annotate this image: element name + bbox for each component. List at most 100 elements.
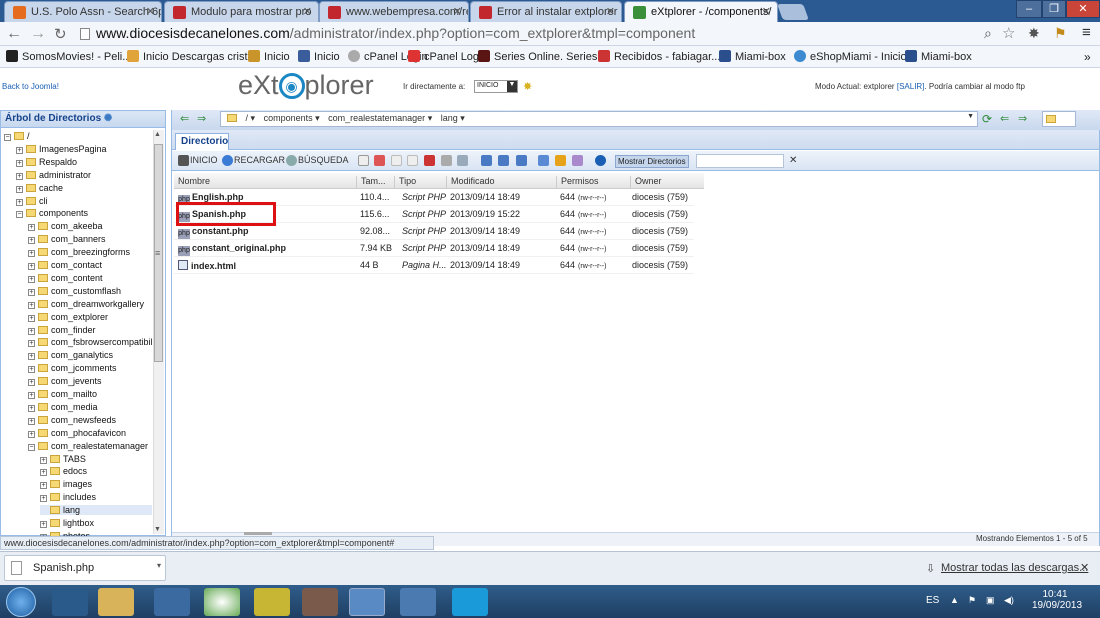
close-tab-icon[interactable]: ✕ xyxy=(146,5,155,18)
close-tab-icon[interactable]: ✕ xyxy=(303,5,312,18)
search-icon[interactable]: ⌕ xyxy=(984,25,992,42)
folder-select[interactable] xyxy=(1042,111,1076,127)
tree-node[interactable]: + com_jevents xyxy=(28,376,102,387)
mostrar-directorios-toggle[interactable]: Mostrar Directorios xyxy=(615,155,689,168)
move-icon[interactable] xyxy=(407,155,418,166)
bookmark-item[interactable]: Inicio Descargas cristo xyxy=(127,50,254,63)
tree-settings-icon[interactable]: ✺ xyxy=(104,113,112,124)
bookmarks-overflow[interactable]: » xyxy=(1084,50,1091,64)
expand-icon[interactable]: + xyxy=(16,159,23,167)
expand-icon[interactable]: + xyxy=(28,392,35,399)
close-window-button[interactable]: ✕ xyxy=(1066,0,1100,18)
busqueda-button[interactable]: BÚSQUEDA xyxy=(298,155,349,165)
expand-icon[interactable]: + xyxy=(16,172,23,180)
tab-directorio[interactable]: Directorio xyxy=(175,133,229,150)
bookmark-item[interactable]: Inicio xyxy=(298,50,340,63)
close-downloads-icon[interactable]: ✕ xyxy=(1080,561,1089,574)
back-to-joomla-link[interactable]: Back to Joomla! xyxy=(2,82,59,91)
bookmark-item[interactable]: Miami-box xyxy=(719,50,786,63)
bookmark-item[interactable]: eShopMiami - Inicio xyxy=(794,50,907,63)
crumb-components[interactable]: components xyxy=(264,113,313,123)
browser-tab-active[interactable]: eXtplorer - /components/✕ xyxy=(624,1,778,22)
browser-tab-1[interactable]: U.S. Polo Assn - Search 6p ✕ xyxy=(4,1,162,22)
scroll-down-icon[interactable]: ▼ xyxy=(154,526,161,533)
tree-node[interactable]: + lightbox xyxy=(40,518,94,528)
expand-icon[interactable]: + xyxy=(28,237,35,245)
bookmark-item[interactable]: Miami-box xyxy=(905,50,972,63)
expand-icon[interactable]: + xyxy=(40,521,47,528)
crumb-root[interactable]: / xyxy=(246,113,249,123)
back-icon[interactable]: ⇐ xyxy=(180,112,189,125)
reload-icon[interactable] xyxy=(222,155,233,166)
expand-icon[interactable]: + xyxy=(40,495,47,503)
media-player-icon[interactable] xyxy=(52,588,88,616)
tree-node[interactable]: + com_contact xyxy=(28,260,102,270)
tree-node[interactable]: + com_jcomments xyxy=(28,363,117,374)
expand-icon[interactable]: + xyxy=(28,353,35,361)
browser-tab-2[interactable]: Modulo para mostrar pro ✕ xyxy=(164,1,319,22)
chevron-down-icon[interactable]: ▼ xyxy=(967,113,974,120)
expand-icon[interactable]: + xyxy=(28,379,35,387)
tree-node[interactable]: + com_content xyxy=(28,273,103,283)
tree-node[interactable]: + com_mailto xyxy=(28,389,97,399)
app-icon[interactable] xyxy=(302,588,338,616)
chmod-icon[interactable] xyxy=(457,155,468,166)
star-icon[interactable]: ☆ xyxy=(1002,24,1015,42)
pen-app-icon[interactable] xyxy=(154,588,190,616)
browser-tab-4[interactable]: Error al instalar extplorer - ✕ xyxy=(470,1,622,22)
tree-node[interactable]: + com_breezingforms xyxy=(28,247,130,258)
tree-node[interactable]: + com_banners xyxy=(28,234,106,245)
tree-node[interactable]: + com_customflash xyxy=(28,286,121,296)
language-indicator[interactable]: ES xyxy=(926,595,939,606)
new-file-icon[interactable] xyxy=(358,155,369,166)
menu-icon[interactable]: ≡ xyxy=(1082,24,1091,41)
archive-icon[interactable] xyxy=(538,155,549,166)
skype-icon[interactable] xyxy=(452,588,488,616)
bookmark-item[interactable]: SomosMovies! - Peli... xyxy=(6,50,131,63)
expand-icon[interactable]: + xyxy=(28,404,35,412)
tree-node[interactable]: + com_extplorer xyxy=(28,312,108,322)
bookmark-item[interactable]: cPanel Login xyxy=(408,50,488,63)
expand-icon[interactable]: + xyxy=(40,482,47,490)
tree-node[interactable]: + com_media xyxy=(28,402,98,412)
volume-icon[interactable]: ◀) xyxy=(1004,595,1014,606)
chrome-icon[interactable] xyxy=(349,588,385,616)
bookmark-item[interactable]: Inicio xyxy=(248,50,290,63)
download-icon[interactable] xyxy=(498,155,509,166)
download-item[interactable]: Spanish.php ▾ xyxy=(4,555,166,581)
close-tab-icon[interactable]: ✕ xyxy=(606,5,615,18)
extension-icon[interactable]: ✸ xyxy=(1028,25,1040,42)
resize-handle-icon[interactable]: ≡ xyxy=(155,248,160,258)
expand-icon[interactable]: + xyxy=(28,340,35,348)
tree-node[interactable]: + com_akeeba xyxy=(28,221,103,232)
breadcrumb[interactable]: / ▾ components ▾ com_realestatemanager ▾… xyxy=(220,111,978,127)
arrow-left-icon[interactable]: ⇐ xyxy=(1000,112,1009,125)
recargar-button[interactable]: RECARGAR xyxy=(234,155,285,165)
extract-icon[interactable] xyxy=(555,155,566,166)
scroll-up-icon[interactable]: ▲ xyxy=(154,131,161,138)
rename-icon[interactable] xyxy=(441,155,452,166)
chevron-down-icon[interactable]: ▾ xyxy=(157,561,161,570)
expand-icon[interactable]: + xyxy=(28,366,35,374)
col-modificado[interactable]: Modificado xyxy=(446,176,556,188)
edit-icon[interactable] xyxy=(374,155,385,166)
tree-node[interactable]: lang xyxy=(40,505,152,516)
star-icon[interactable]: ✸ xyxy=(523,80,532,93)
reload-icon[interactable]: ↻ xyxy=(54,25,67,43)
app2-icon[interactable] xyxy=(400,588,436,616)
tree-node[interactable]: + Respaldo xyxy=(16,157,77,167)
crumb-com-realestatemanager[interactable]: com_realestatemanager xyxy=(328,113,425,123)
show-all-downloads-link[interactable]: Mostrar todas las descargas... xyxy=(941,562,1088,574)
expand-icon[interactable]: + xyxy=(16,146,23,154)
col-owner[interactable]: Owner xyxy=(630,176,704,188)
close-tab-icon[interactable]: ✕ xyxy=(453,5,462,18)
fireworks-icon[interactable] xyxy=(254,588,290,616)
back-arrow-icon[interactable]: ← xyxy=(6,25,22,43)
new-tab-button[interactable] xyxy=(777,4,809,20)
copy-icon[interactable] xyxy=(391,155,402,166)
expand-icon[interactable]: + xyxy=(16,198,23,206)
tree-node[interactable]: + com_phocafavicon xyxy=(28,428,126,438)
tree-node[interactable]: + com_newsfeeds xyxy=(28,415,116,425)
expand-icon[interactable]: + xyxy=(28,314,35,322)
settings-icon[interactable] xyxy=(572,155,583,166)
